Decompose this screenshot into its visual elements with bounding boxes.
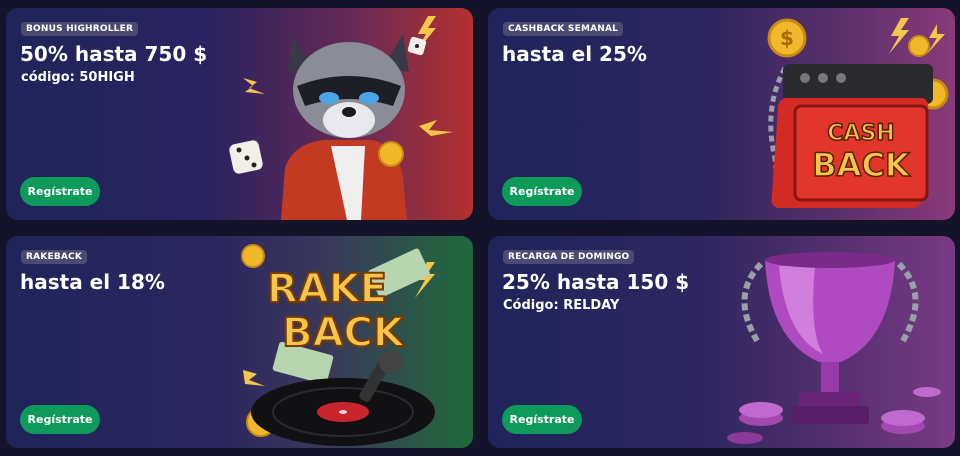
promo-card-highroller[interactable]: BONUS HIGHROLLER 50% hasta 750 $ código:… — [6, 8, 473, 220]
register-button[interactable]: Regístrate — [20, 405, 100, 434]
raccoon-character-icon — [229, 16, 453, 220]
promo-title: hasta el 25% — [502, 42, 647, 66]
promo-title: 25% hasta 150 $ — [502, 270, 690, 294]
promo-card-rakeback[interactable]: RAKE BACK RAKEBACK hasta el 18% Regístra… — [6, 236, 473, 448]
promo-card-cashback[interactable]: $ CASH BACK CASHBACK SEMANAL hasta el 25… — [488, 8, 955, 220]
promo-tag: RAKEBACK — [21, 250, 88, 264]
trophy-icon — [727, 252, 941, 444]
promo-tag: BONUS HIGHROLLER — [21, 22, 139, 36]
promo-title: 50% hasta 750 $ — [20, 42, 208, 66]
svg-text:$: $ — [780, 26, 794, 50]
promo-card-sunday-reload[interactable]: RECARGA DE DOMINGO 25% hasta 150 $ Códig… — [488, 236, 955, 448]
art-text-rake: RAKE — [267, 266, 387, 312]
promo-tag: CASHBACK SEMANAL — [503, 22, 624, 36]
register-button[interactable]: Regístrate — [502, 177, 582, 206]
promo-code: código: 50HIGH — [21, 70, 135, 85]
register-button[interactable]: Regístrate — [20, 177, 100, 206]
art-text-back: BACK — [282, 310, 406, 356]
register-button[interactable]: Regístrate — [502, 405, 582, 434]
promo-title: hasta el 18% — [20, 270, 165, 294]
promo-grid: BONUS HIGHROLLER 50% hasta 750 $ código:… — [0, 0, 960, 456]
cashback-toolbox-icon: $ CASH BACK — [767, 18, 949, 208]
art-text-cash: CASH — [827, 121, 894, 146]
promo-tag: RECARGA DE DOMINGO — [503, 250, 635, 264]
art-text-back: BACK — [812, 146, 911, 184]
promo-code: Código: RELDAY — [503, 298, 620, 313]
rakeback-vinyl-icon: RAKE BACK — [241, 244, 435, 446]
